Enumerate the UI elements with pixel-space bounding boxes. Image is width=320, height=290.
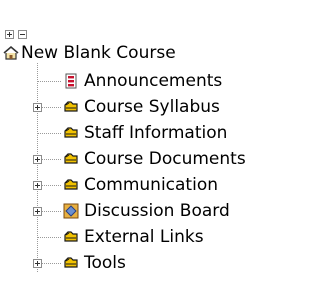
expand-node-icon[interactable] (33, 155, 42, 164)
tree-item-tools[interactable]: Tools (84, 253, 126, 273)
tree-branch-line (42, 263, 61, 264)
tree-branch-line (42, 107, 61, 108)
tree-item-communication[interactable]: Communication (84, 175, 218, 195)
discussion-board-icon (63, 203, 79, 219)
tree-item-course-documents[interactable]: Course Documents (84, 149, 246, 169)
tree-branch-line (42, 159, 61, 160)
tree-guide-line (37, 63, 38, 272)
folder-hand-icon (64, 153, 78, 164)
folder-hand-icon (64, 179, 78, 190)
tree-item-announcements[interactable]: Announcements (84, 71, 222, 91)
folder-hand-icon (64, 231, 78, 242)
tree-root-label[interactable]: New Blank Course (21, 43, 176, 63)
tree-branch-line (37, 237, 61, 238)
tree-item-discussion-board[interactable]: Discussion Board (84, 201, 230, 221)
folder-hand-icon (64, 101, 78, 112)
expand-node-icon[interactable] (33, 181, 42, 190)
tree-item-external-links[interactable]: External Links (84, 227, 204, 247)
course-home-icon (3, 45, 19, 60)
expand-node-icon[interactable] (33, 259, 42, 268)
tree-item-course-syllabus[interactable]: Course Syllabus (84, 97, 220, 117)
tree-branch-line (37, 81, 61, 82)
expand-node-icon[interactable] (33, 207, 42, 216)
tree-branch-line (37, 133, 61, 134)
folder-hand-icon (64, 127, 78, 138)
tree-branch-line (42, 211, 61, 212)
announcement-icon (65, 73, 77, 89)
expand-all-icon[interactable] (5, 30, 14, 39)
expand-node-icon[interactable] (33, 103, 42, 112)
folder-hand-icon (64, 257, 78, 268)
collapse-all-icon[interactable] (18, 30, 27, 39)
tree-item-staff-information[interactable]: Staff Information (84, 123, 227, 143)
tree-branch-line (42, 185, 61, 186)
